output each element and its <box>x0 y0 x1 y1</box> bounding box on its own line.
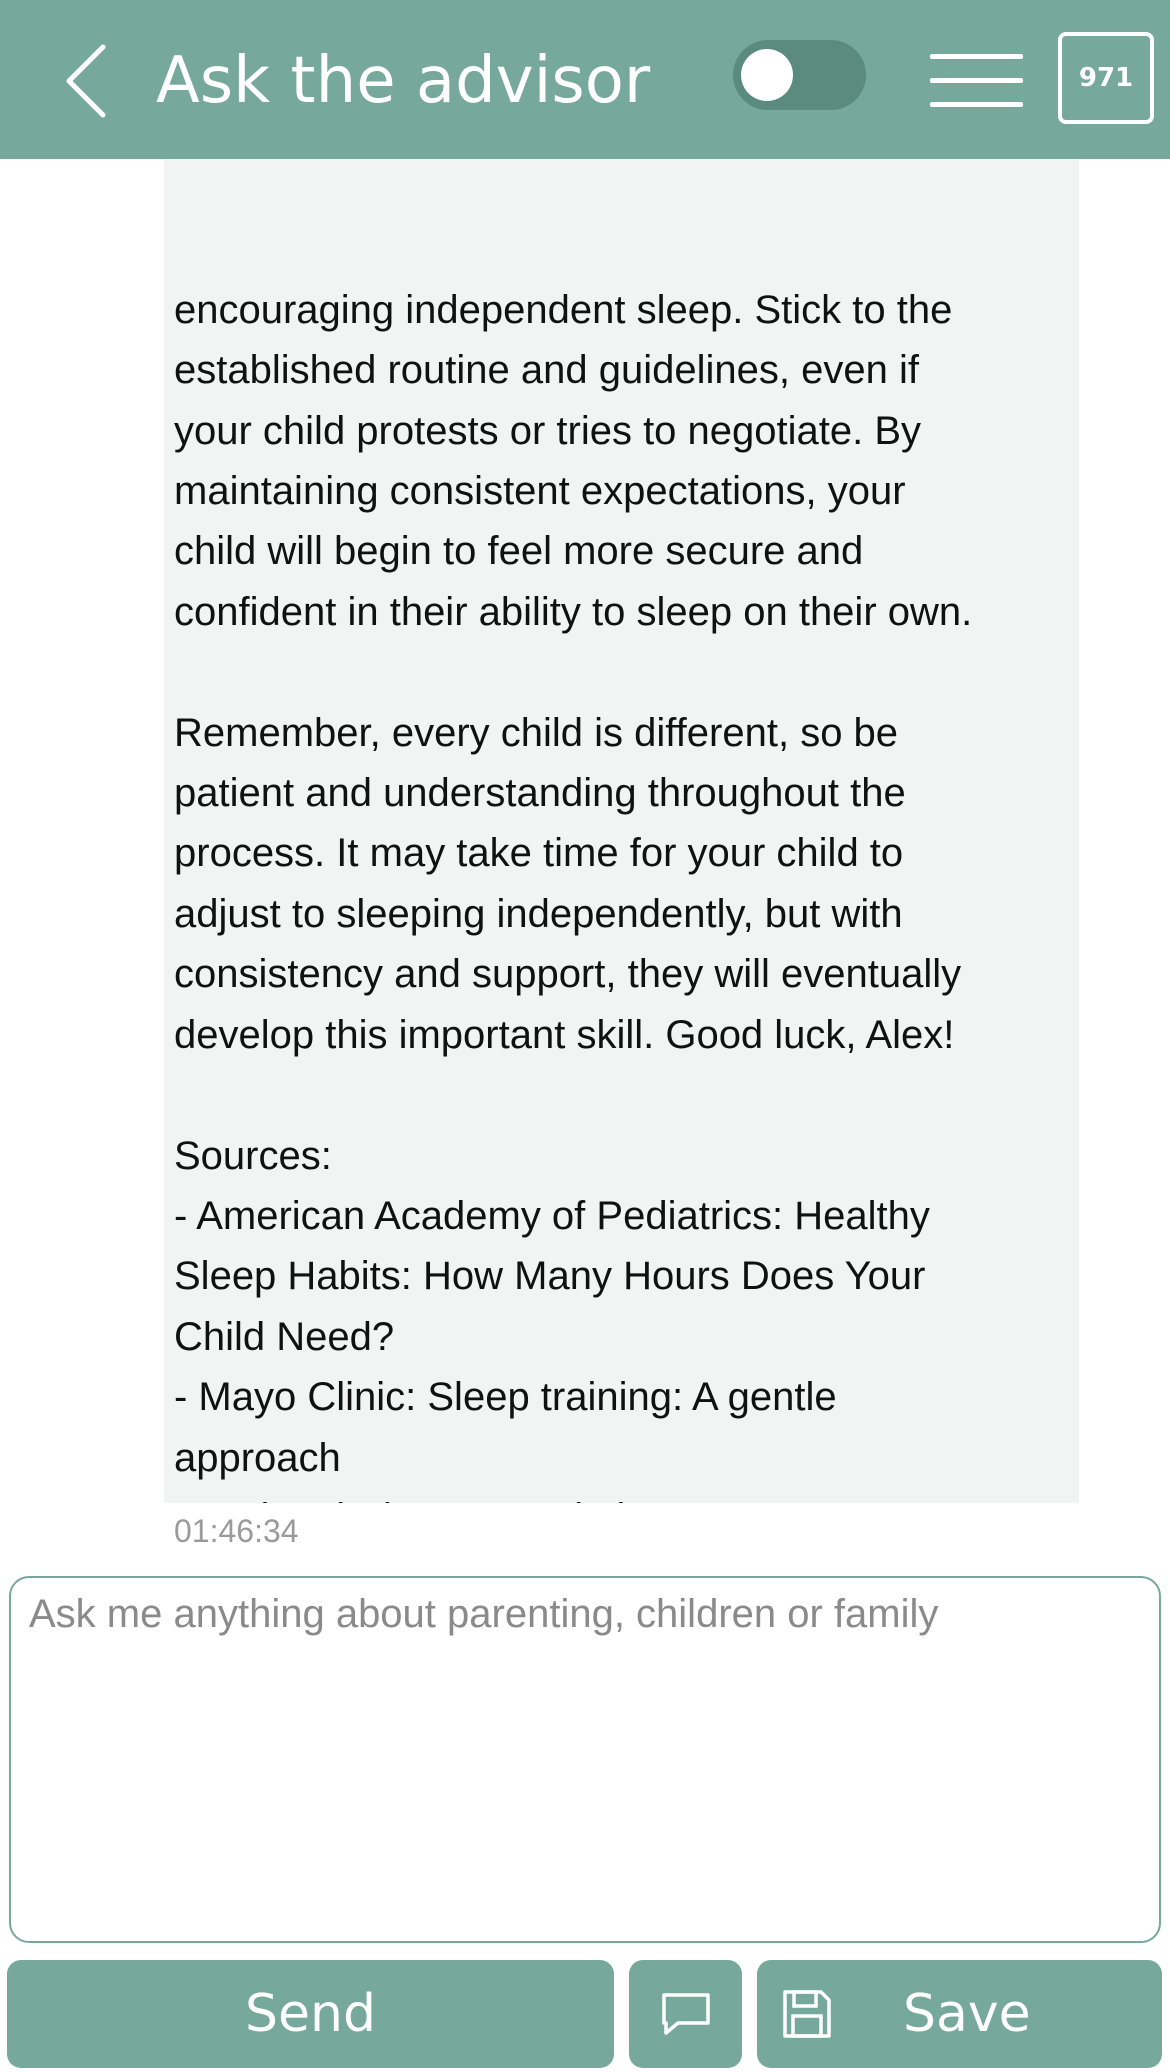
chevron-left-icon <box>66 44 106 118</box>
send-button[interactable]: Send <box>7 1960 614 2068</box>
mode-toggle[interactable] <box>733 40 866 110</box>
advisor-message-bubble: encouraging independent sleep. Stick to … <box>164 159 1079 1503</box>
advisor-message-text: encouraging independent sleep. Stick to … <box>174 287 973 1503</box>
page-title: Ask the advisor <box>156 44 651 118</box>
save-button[interactable]: Save <box>757 1960 1162 2068</box>
question-input[interactable] <box>9 1576 1161 1943</box>
speech-bubble-icon <box>661 1993 710 2035</box>
hamburger-line <box>930 102 1023 107</box>
hamburger-menu-icon <box>930 54 1023 59</box>
hamburger-line <box>930 78 1023 83</box>
send-label: Send <box>245 1984 376 2044</box>
chat-button[interactable] <box>629 1960 742 2068</box>
menu-button[interactable] <box>930 50 1023 110</box>
toggle-knob <box>741 49 793 101</box>
app-header: Ask the advisor 971 <box>0 0 1170 159</box>
message-timestamp: 01:46:34 <box>174 1513 299 1549</box>
floppy-disk-icon <box>783 1990 831 2038</box>
counter-badge[interactable]: 971 <box>1058 32 1154 124</box>
save-label: Save <box>903 1984 1031 2044</box>
back-button[interactable] <box>50 36 120 126</box>
